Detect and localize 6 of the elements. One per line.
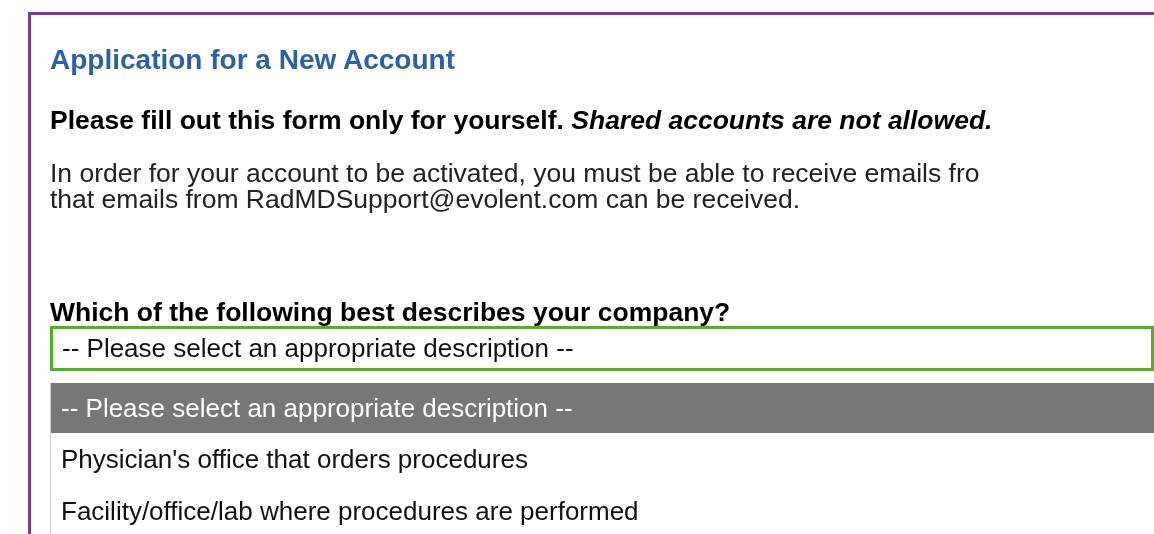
company-select[interactable]: -- Please select an appropriate description --: [50, 326, 1154, 371]
form-title: Application for a New Account: [50, 45, 456, 75]
info-paragraph: In order for your account to be activated, you must be able to receive emails fro that emails from RadMDSupport@evolent.com can be received.: [50, 160, 981, 212]
dropdown-option[interactable]: -- Please select an appropriate description --: [51, 383, 1154, 433]
question-label: Which of the following best describes your company?: [50, 298, 732, 326]
notice-text: Please fill out this form only for yourself. Shared accounts are not allowed.: [50, 105, 994, 135]
